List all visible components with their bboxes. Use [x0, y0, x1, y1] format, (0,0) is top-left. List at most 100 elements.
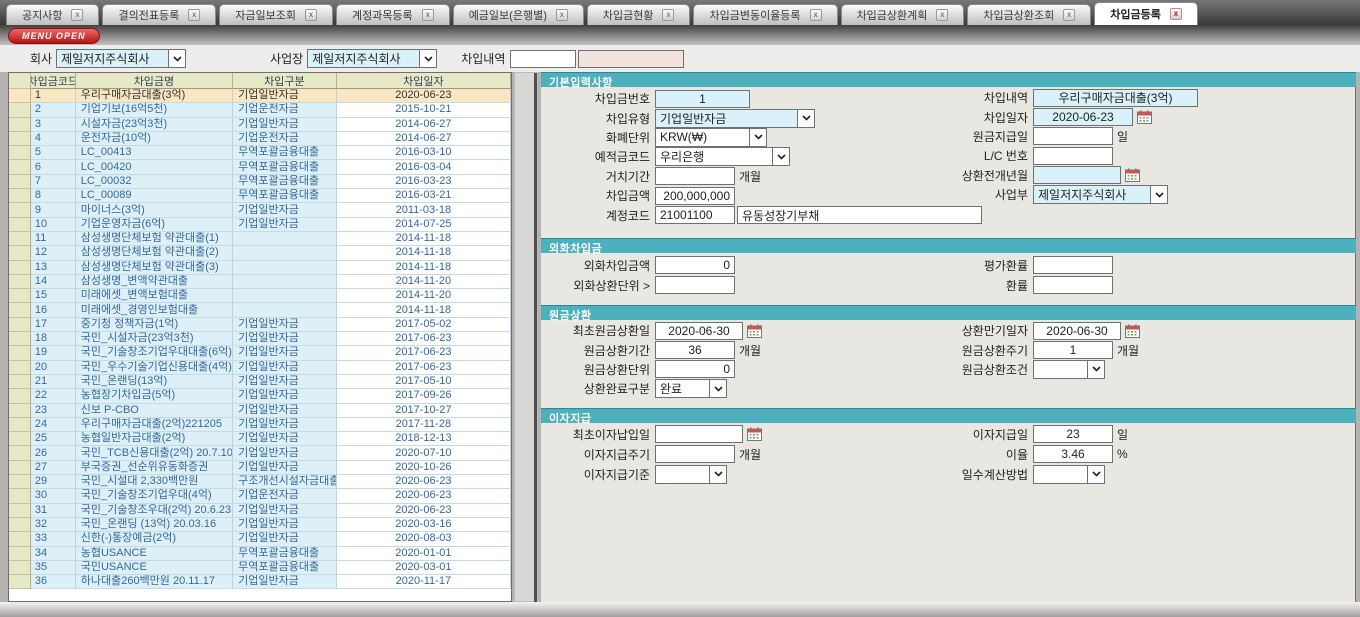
- table-row[interactable]: 31 국민_기술창조우대(2억) 20.6.23 기업일반자금 2020-06-…: [9, 504, 511, 518]
- loan-date-cell[interactable]: 2014-11-18: [337, 261, 511, 275]
- loan-code-cell[interactable]: 19: [31, 346, 76, 360]
- table-row[interactable]: 15 미래에셋_변액보험대출 2014-11-20: [9, 289, 511, 303]
- row-selector-cell[interactable]: [9, 475, 31, 489]
- table-row[interactable]: 22 농협장기차입금(5억) 기업일반자금 2017-09-26: [9, 389, 511, 403]
- loan-name-cell[interactable]: 삼성생명_변액약관대출: [76, 275, 233, 289]
- lc-no-input[interactable]: [1033, 147, 1113, 165]
- row-selector-cell[interactable]: [9, 275, 31, 289]
- loan-name-cell[interactable]: 국민_우수기술기업신용대출(4억): [76, 361, 233, 375]
- loan-type-cell[interactable]: 무역포괄금융대출: [233, 160, 337, 174]
- calendar-icon[interactable]: [747, 427, 762, 441]
- loan-type-cell[interactable]: 기업일반자금: [233, 575, 337, 589]
- row-selector-cell[interactable]: [9, 575, 31, 589]
- loan-name-cell[interactable]: 국민_TCB신용대출(2억) 20.7.10: [76, 446, 233, 460]
- loan-code-cell[interactable]: 14: [31, 275, 76, 289]
- first-repay-date-input[interactable]: 2020-06-30: [655, 322, 743, 340]
- row-selector-cell[interactable]: [9, 218, 31, 232]
- table-row[interactable]: 14 삼성생명_변액약관대출 2014-11-20: [9, 275, 511, 289]
- window-tab[interactable]: 자금일보조회 x: [219, 4, 333, 25]
- table-row[interactable]: 19 국민_기술창조기업우대대출(6억) 기업일반자금 2017-06-23: [9, 346, 511, 360]
- loan-type-cell[interactable]: 기업운전자금: [233, 489, 337, 503]
- loan-date-cell[interactable]: 2018-12-13: [337, 432, 511, 446]
- row-selector-cell[interactable]: [9, 303, 31, 317]
- loan-type-cell[interactable]: [233, 261, 337, 275]
- table-vertical-scrollbar[interactable]: [514, 72, 538, 602]
- row-selector-cell[interactable]: [9, 561, 31, 575]
- row-selector-cell[interactable]: [9, 389, 31, 403]
- loan-date-cell[interactable]: 2020-06-23: [337, 504, 511, 518]
- table-row[interactable]: 23 신보 P-CBO 기업일반자금 2017-10-27: [9, 404, 511, 418]
- row-selector-cell[interactable]: [9, 289, 31, 303]
- loan-date-cell[interactable]: 2016-03-21: [337, 189, 511, 203]
- loan-type-cell[interactable]: 기업일반자금: [233, 518, 337, 532]
- tab-close-icon[interactable]: x: [71, 9, 83, 21]
- loan-name-cell[interactable]: 농협USANCE: [76, 547, 233, 561]
- tab-close-icon[interactable]: x: [662, 9, 674, 21]
- row-selector-cell[interactable]: [9, 432, 31, 446]
- loan-code-cell[interactable]: 1: [31, 89, 76, 103]
- loan-code-cell[interactable]: 26: [31, 446, 76, 460]
- chevron-down-icon[interactable]: [1150, 186, 1167, 203]
- loan-code-cell[interactable]: 16: [31, 303, 76, 317]
- row-selector-cell[interactable]: [9, 232, 31, 246]
- loan-name-cell[interactable]: 미래에셋_경영인보험대출: [76, 303, 233, 317]
- table-row[interactable]: 8 LC_00089 무역포괄금융대출 2016-03-21: [9, 189, 511, 203]
- loan-code-cell[interactable]: 7: [31, 175, 76, 189]
- table-row[interactable]: 6 LC_00420 무역포괄금융대출 2016-03-04: [9, 160, 511, 174]
- table-row[interactable]: 12 삼성생명단체보험 약관대출(2) 2014-11-18: [9, 246, 511, 260]
- loan-date-cell[interactable]: 2014-11-18: [337, 232, 511, 246]
- loan-code-cell[interactable]: 35: [31, 561, 76, 575]
- loan-date-input[interactable]: 2020-06-23: [1033, 108, 1133, 126]
- loan-type-cell[interactable]: 구조개선시설자금대출: [233, 475, 337, 489]
- row-selector-cell[interactable]: [9, 89, 31, 103]
- loan-name-cell[interactable]: 하나대출260백만원 20.11.17: [76, 575, 233, 589]
- loan-type-cell[interactable]: 기업일반자금: [233, 218, 337, 232]
- tab-close-icon[interactable]: x: [1170, 8, 1182, 20]
- loan-date-cell[interactable]: 2016-03-23: [337, 175, 511, 189]
- principal-pay-day-input[interactable]: [1033, 127, 1113, 145]
- loan-no-field[interactable]: 1: [655, 90, 750, 108]
- table-row[interactable]: 18 국민_시설자금(23억3천) 기업일반자금 2017-06-23: [9, 332, 511, 346]
- loan-date-cell[interactable]: 2020-11-17: [337, 575, 511, 589]
- table-row[interactable]: 25 농협일반자금대출(2억) 기업일반자금 2018-12-13: [9, 432, 511, 446]
- loan-type-cell[interactable]: [233, 232, 337, 246]
- row-selector-cell[interactable]: [9, 404, 31, 418]
- loan-date-cell[interactable]: 2020-06-23: [337, 475, 511, 489]
- repay-unit-input[interactable]: 0: [655, 360, 735, 378]
- fx-eval-rate-input[interactable]: [1033, 256, 1113, 274]
- loan-desc-filter-input[interactable]: [510, 50, 576, 68]
- loan-code-cell[interactable]: 33: [31, 532, 76, 546]
- loan-type-cell[interactable]: 기업일반자금: [233, 446, 337, 460]
- interest-basis-select[interactable]: [655, 465, 727, 484]
- table-row[interactable]: 30 국민_기술창조기업우대(4억) 기업운전자금 2020-06-23: [9, 489, 511, 503]
- loan-name-cell[interactable]: 농협장기차입금(5억): [76, 389, 233, 403]
- row-selector-cell[interactable]: [9, 132, 31, 146]
- loan-date-cell[interactable]: 2020-06-23: [337, 89, 511, 103]
- company-select[interactable]: 제일저지주식회사: [56, 49, 186, 68]
- loan-type-cell[interactable]: [233, 246, 337, 260]
- loan-code-cell[interactable]: 13: [31, 261, 76, 275]
- interest-cycle-input[interactable]: [655, 445, 735, 463]
- loan-name-cell[interactable]: 삼성생명단체보험 약관대출(2): [76, 246, 233, 260]
- loan-desc-filter-input2[interactable]: [578, 50, 684, 68]
- loan-code-cell[interactable]: 17: [31, 318, 76, 332]
- loan-type-cell[interactable]: 기업일반자금: [233, 89, 337, 103]
- loan-code-cell[interactable]: 15: [31, 289, 76, 303]
- window-tab[interactable]: 차입금변동이율등록 x: [693, 4, 837, 25]
- loan-type-cell[interactable]: 기업일반자금: [233, 318, 337, 332]
- window-tab[interactable]: 차입금상환계획 x: [841, 4, 965, 25]
- loan-code-cell[interactable]: 29: [31, 475, 76, 489]
- loan-code-cell[interactable]: 10: [31, 218, 76, 232]
- loan-code-cell[interactable]: 9: [31, 203, 76, 217]
- row-selector-cell[interactable]: [9, 160, 31, 174]
- table-row[interactable]: 4 운전자금(10억) 기업운전자금 2014-06-27: [9, 132, 511, 146]
- window-tab[interactable]: 공지사항 x: [6, 4, 99, 25]
- loan-date-cell[interactable]: 2020-03-01: [337, 561, 511, 575]
- loan-name-cell[interactable]: 미래에셋_변액보험대출: [76, 289, 233, 303]
- loan-type-cell[interactable]: 무역포괄금융대출: [233, 175, 337, 189]
- loan-code-cell[interactable]: 6: [31, 160, 76, 174]
- table-row[interactable]: 3 시설자금(23억3천) 기업일반자금 2014-06-27: [9, 118, 511, 132]
- row-selector-cell[interactable]: [9, 332, 31, 346]
- loan-type-cell[interactable]: 기업일반자금: [233, 203, 337, 217]
- window-tab[interactable]: 차입금현황 x: [587, 4, 691, 25]
